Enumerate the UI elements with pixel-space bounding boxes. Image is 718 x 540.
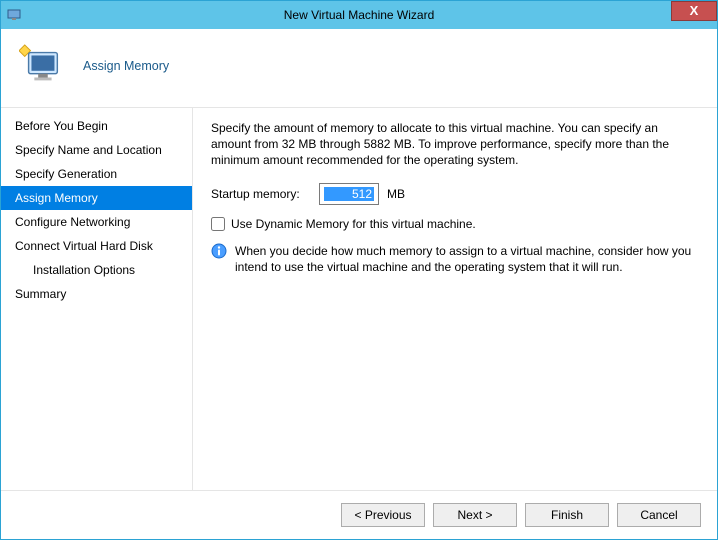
wizard-footer: < Previous Next > Finish Cancel [1, 490, 717, 539]
step-sidebar: Before You BeginSpecify Name and Locatio… [1, 108, 193, 490]
wizard-window: New Virtual Machine Wizard X Assign Memo… [0, 0, 718, 540]
monitor-icon [19, 43, 65, 89]
cancel-button[interactable]: Cancel [617, 503, 701, 527]
next-button[interactable]: Next > [433, 503, 517, 527]
description-text: Specify the amount of memory to allocate… [211, 120, 701, 169]
dynamic-memory-checkbox[interactable] [211, 217, 225, 231]
sidebar-step[interactable]: Connect Virtual Hard Disk [1, 234, 192, 258]
startup-memory-row: Startup memory: MB [211, 183, 701, 205]
page-title: Assign Memory [83, 59, 169, 73]
finish-button[interactable]: Finish [525, 503, 609, 527]
sidebar-step[interactable]: Configure Networking [1, 210, 192, 234]
close-button[interactable]: X [671, 1, 717, 21]
previous-button[interactable]: < Previous [341, 503, 425, 527]
sidebar-step[interactable]: Specify Generation [1, 162, 192, 186]
main-panel: Specify the amount of memory to allocate… [193, 108, 717, 490]
sidebar-step[interactable]: Specify Name and Location [1, 138, 192, 162]
dynamic-memory-label[interactable]: Use Dynamic Memory for this virtual mach… [231, 217, 476, 231]
sidebar-step[interactable]: Summary [1, 282, 192, 306]
info-row: When you decide how much memory to assig… [211, 243, 701, 275]
startup-memory-input-wrap [319, 183, 379, 205]
startup-memory-label: Startup memory: [211, 187, 311, 201]
titlebar: New Virtual Machine Wizard X [1, 1, 717, 29]
info-text: When you decide how much memory to assig… [235, 243, 701, 275]
startup-memory-unit: MB [387, 187, 405, 201]
startup-memory-input[interactable] [324, 187, 374, 201]
info-icon [211, 243, 227, 259]
sidebar-step[interactable]: Before You Begin [1, 114, 192, 138]
dynamic-memory-row: Use Dynamic Memory for this virtual mach… [211, 217, 701, 231]
window-title: New Virtual Machine Wizard [1, 8, 717, 22]
sidebar-step[interactable]: Installation Options [1, 258, 192, 282]
sidebar-step[interactable]: Assign Memory [1, 186, 192, 210]
wizard-body: Before You BeginSpecify Name and Locatio… [1, 107, 717, 490]
app-icon [7, 7, 23, 23]
wizard-header: Assign Memory [1, 29, 717, 107]
